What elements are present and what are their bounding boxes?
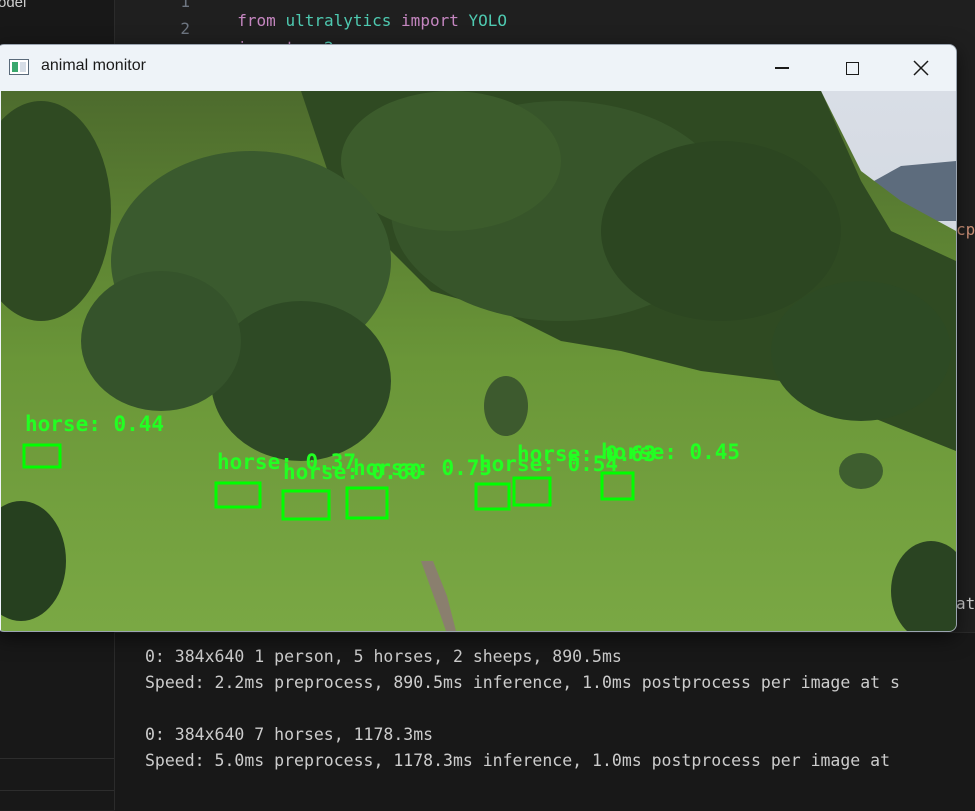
animal-monitor-window[interactable]: animal monitor horse: 0.44 horse: 0.37 h…: [0, 44, 957, 632]
terminal-line: Speed: 2.2ms preprocess, 890.5ms inferen…: [145, 673, 900, 692]
code-keyword: import: [401, 11, 459, 30]
app-window-icon: [9, 59, 29, 75]
minimize-button[interactable]: [747, 45, 817, 91]
sidebar-divider: [0, 790, 114, 791]
maximize-button[interactable]: [817, 45, 887, 91]
detection-label: horse: 0.44: [25, 412, 164, 436]
maximize-icon: [845, 61, 859, 75]
line-number: 2: [180, 19, 190, 38]
window-title: animal monitor: [41, 57, 146, 74]
sidebar-divider: [0, 758, 114, 759]
line-number: 1: [180, 0, 190, 11]
terminal-line: Speed: 5.0ms preprocess, 1178.3ms infere…: [145, 751, 891, 770]
terminal-fragment: at: [956, 594, 975, 613]
minimize-icon: [775, 67, 789, 69]
terminal-line: 0: 384x640 7 horses, 1178.3ms: [145, 725, 434, 744]
terminal-line: 0: 384x640 1 person, 5 horses, 2 sheeps,…: [145, 647, 622, 666]
video-frame-canvas: horse: 0.44horse: 0.37horse: 0.60horse: …: [1, 91, 956, 631]
terminal-panel[interactable]: 0: 384x640 1 person, 5 horses, 2 sheeps,…: [115, 632, 975, 811]
code-class: YOLO: [468, 11, 508, 30]
detection-label: horse: 0.45: [601, 440, 740, 464]
code-fragment: cp: [956, 220, 975, 239]
close-button[interactable]: [886, 45, 956, 91]
video-frame: horse: 0.44 horse: 0.37 horse: 0.60 horse: …: [1, 91, 956, 631]
sidebar-folder-label[interactable]: odel: [0, 0, 26, 11]
detection-label: horse: 0.75: [353, 456, 492, 480]
window-titlebar[interactable]: animal monitor: [0, 45, 956, 91]
close-icon: [913, 60, 929, 76]
